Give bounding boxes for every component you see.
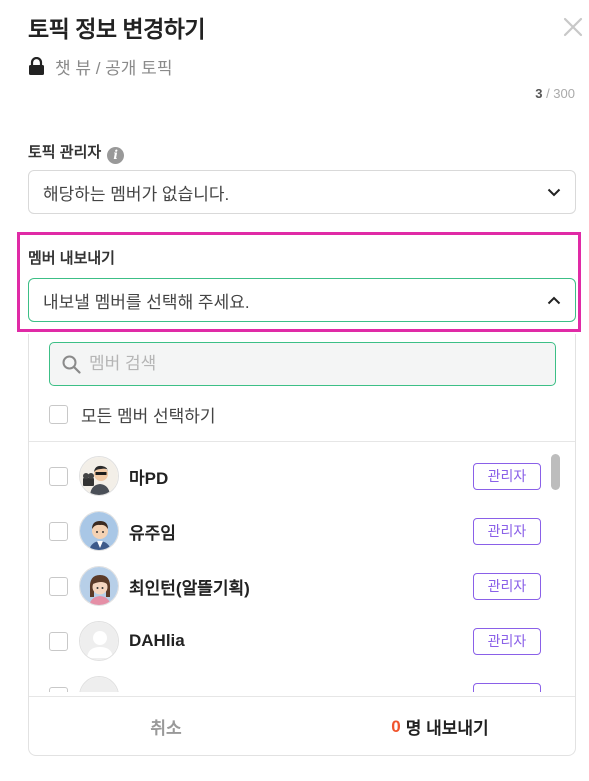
admin-select[interactable]: 해당하는 멤버가 없습니다.	[28, 170, 576, 214]
admin-select-value: 해당하는 멤버가 없습니다.	[43, 184, 230, 204]
admin-label-text: 토픽 관리자	[28, 144, 102, 161]
role-badge: 관리자	[473, 517, 541, 545]
info-icon[interactable]: i	[107, 147, 125, 164]
member-row[interactable]: 최인턴(알뜰기획) 관리자	[49, 564, 541, 608]
member-row[interactable]: DAHlia 관리자	[49, 619, 541, 663]
member-checkbox[interactable]	[49, 466, 68, 486]
export-members-button[interactable]: 0 명 내보내기	[303, 697, 575, 755]
modal-title: 토픽 정보 변경하기	[28, 16, 206, 42]
avatar	[79, 676, 119, 692]
char-count-total: / 300	[542, 86, 575, 101]
cancel-button[interactable]: 취소	[29, 697, 303, 755]
role-badge	[473, 682, 541, 692]
select-all-label: 모든 멤버 선택하기	[81, 407, 216, 426]
member-checkbox[interactable]	[49, 686, 68, 692]
selected-count: 0	[391, 716, 401, 736]
select-all-row[interactable]: 모든 멤버 선택하기	[49, 402, 216, 427]
member-dropdown: 모든 멤버 선택하기 마PD 관리자	[28, 334, 576, 756]
avatar	[79, 511, 119, 551]
scrollbar-thumb[interactable]	[551, 454, 560, 490]
dropdown-footer: 취소 0 명 내보내기	[29, 696, 575, 755]
member-checkbox[interactable]	[49, 576, 68, 596]
member-list: 마PD 관리자 유주임 관리자 최인턴(알뜰기획) 관리자 DAHlia 관리자	[29, 446, 575, 692]
role-badge: 관리자	[473, 572, 541, 600]
export-label: 멤버 내보내기	[28, 250, 115, 267]
member-name: 유주임	[129, 523, 176, 543]
member-search-box[interactable]	[49, 342, 556, 386]
member-row[interactable]: 유주임 관리자	[49, 509, 541, 553]
select-all-checkbox[interactable]	[49, 405, 68, 424]
export-button-label: 명 내보내기	[405, 719, 489, 738]
member-search-input[interactable]	[89, 354, 509, 374]
topic-breadcrumb: 챗 뷰 / 공개 토픽	[55, 59, 173, 78]
avatar	[79, 621, 119, 661]
chevron-down-icon	[547, 188, 561, 196]
member-name: 최인턴(알뜰기획)	[129, 578, 250, 598]
close-icon[interactable]	[560, 14, 586, 40]
chevron-up-icon	[547, 296, 561, 304]
role-badge: 관리자	[473, 462, 541, 490]
avatar	[79, 566, 119, 606]
subtitle-row: 챗 뷰 / 공개 토픽	[28, 54, 172, 79]
member-name: 마PD	[129, 468, 169, 488]
member-row[interactable]	[49, 674, 541, 692]
role-badge: 관리자	[473, 627, 541, 655]
member-name: DAHlia	[129, 631, 185, 650]
lock-icon	[29, 57, 44, 75]
export-select-value: 내보낼 멤버를 선택해 주세요.	[43, 292, 250, 312]
member-checkbox[interactable]	[49, 521, 68, 541]
member-checkbox[interactable]	[49, 631, 68, 651]
admin-label: 토픽 관리자 i	[28, 141, 125, 164]
export-member-select[interactable]: 내보낼 멤버를 선택해 주세요.	[28, 278, 576, 322]
member-row[interactable]: 마PD 관리자	[49, 454, 541, 498]
avatar	[79, 456, 119, 496]
char-counter: 3 / 300	[535, 86, 575, 106]
search-icon	[62, 355, 81, 374]
close-button[interactable]	[560, 14, 586, 40]
divider	[29, 441, 575, 442]
